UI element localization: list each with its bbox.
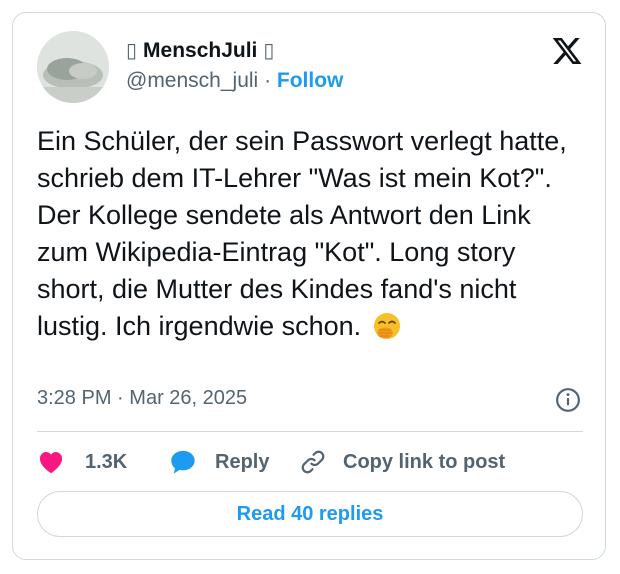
read-replies-button[interactable]: Read 40 replies [37, 491, 583, 537]
heart-icon [37, 448, 65, 476]
like-button[interactable]: 1.3K [37, 447, 127, 477]
copy-link-label: Copy link to post [343, 451, 505, 474]
speech-bubble-icon [169, 448, 197, 476]
handle-separator: · [264, 69, 271, 92]
face-with-hand-over-mouth-icon [373, 312, 401, 340]
like-count: 1.3K [85, 451, 127, 474]
avatar[interactable] [37, 31, 109, 103]
name-suffix-glyph: ▯ [263, 38, 274, 63]
author-name-row[interactable]: ▯ MenschJuli ▯ [126, 38, 274, 63]
author-handle[interactable]: @mensch_juli [126, 69, 258, 92]
link-icon [299, 448, 327, 476]
x-logo-icon[interactable] [551, 35, 583, 67]
follow-button[interactable]: Follow [277, 69, 344, 92]
tweet-body: Ein Schüler, der sein Passwort verlegt h… [37, 126, 567, 341]
reply-button[interactable]: Reply [169, 447, 269, 477]
copy-link-button[interactable]: Copy link to post [299, 447, 505, 477]
time-separator: · [117, 387, 124, 409]
name-prefix-glyph: ▯ [126, 38, 137, 63]
info-icon[interactable] [555, 387, 581, 413]
avatar-image [37, 31, 109, 103]
tweet-card: ▯ MenschJuli ▯ @mensch_juli · Follow Ein… [12, 12, 606, 560]
tweet-date: Mar 26, 2025 [129, 387, 247, 409]
author-name: MenschJuli [143, 39, 257, 63]
handle-row: @mensch_juli · Follow [126, 69, 343, 93]
timestamp-row[interactable]: 3:28 PM · Mar 26, 2025 [37, 387, 247, 410]
reply-label: Reply [215, 451, 269, 474]
divider [37, 431, 583, 432]
tweet-time: 3:28 PM [37, 387, 111, 409]
tweet-text: Ein Schüler, der sein Passwort verlegt h… [37, 123, 585, 345]
read-replies-label: Read 40 replies [237, 503, 384, 526]
